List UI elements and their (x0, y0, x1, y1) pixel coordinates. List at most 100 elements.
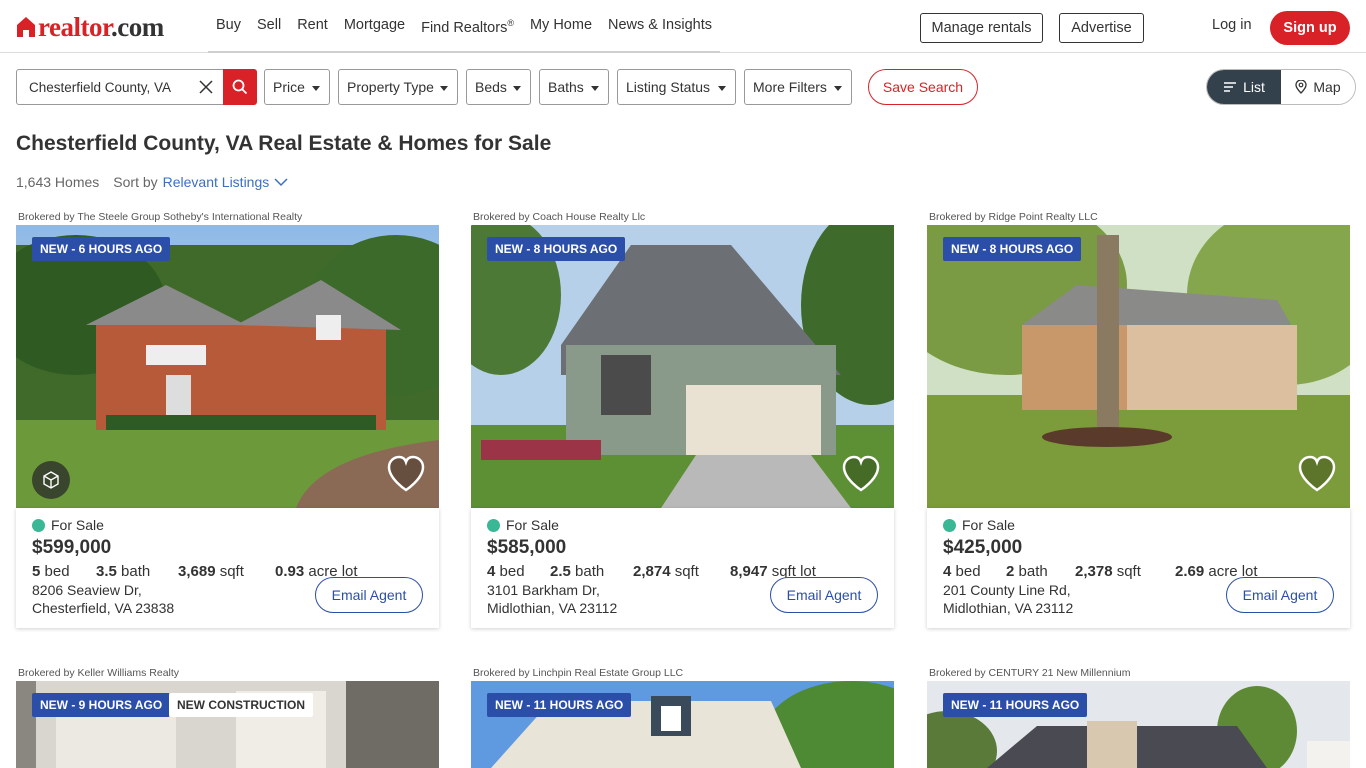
filter-baths-label: Baths (548, 79, 584, 95)
save-search-button[interactable]: Save Search (868, 69, 978, 105)
3d-tour-icon[interactable] (32, 461, 70, 499)
status-dot-icon (487, 518, 500, 532)
status-label: For Sale (51, 517, 104, 533)
status-label: For Sale (962, 517, 1015, 533)
listing-photo[interactable]: NEW - 9 HOURS AGO NEW CONSTRUCTION (16, 681, 439, 768)
favorite-heart-icon[interactable] (841, 455, 881, 493)
filter-price[interactable]: Price (264, 69, 330, 105)
filter-beds-label: Beds (475, 79, 507, 95)
address-line2: Midlothian, VA 23112 (943, 600, 1074, 616)
clear-icon[interactable] (197, 78, 215, 96)
listing-info: For Sale $585,000 4 bed 2.5 bath 2,874 s… (471, 508, 894, 628)
baths-label: bath (1018, 563, 1048, 580)
sqft-label: sqft (219, 563, 244, 580)
listing-photo[interactable]: NEW - 11 HOURS AGO (471, 681, 894, 768)
listing-info: For Sale $599,000 5 bed 3.5 bath 3,689 s… (16, 508, 439, 628)
brokered-by: Brokered by Coach House Realty Llc (473, 211, 646, 223)
caret-down-icon (718, 86, 726, 91)
listing-status: For Sale (32, 517, 104, 533)
filter-property-type[interactable]: Property Type (338, 69, 458, 105)
baths-label: bath (575, 563, 605, 580)
list-view-button[interactable]: List (1207, 70, 1281, 104)
email-agent-button[interactable]: Email Agent (315, 577, 423, 613)
view-toggle: List Map (1206, 69, 1356, 105)
nav-my-home[interactable]: My Home (522, 0, 600, 52)
nav-sell[interactable]: Sell (249, 0, 289, 52)
caret-down-icon (312, 86, 320, 91)
beds-label: bed (499, 563, 525, 580)
listing-address[interactable]: 201 County Line Rd, Midlothian, VA 23112 (943, 581, 1073, 617)
sqft-value: 3,689 (178, 563, 216, 580)
map-view-label: Map (1313, 79, 1341, 95)
sqft-label: sqft (674, 563, 699, 580)
status-dot-icon (943, 518, 956, 532)
filter-listing-status[interactable]: Listing Status (617, 69, 736, 105)
listing-badge: NEW - 8 HOURS AGO (487, 237, 626, 261)
filter-more[interactable]: More Filters (744, 69, 852, 105)
login-link[interactable]: Log in (1212, 17, 1252, 33)
nav-find-realtors[interactable]: Find Realtors® (413, 0, 522, 54)
email-agent-button[interactable]: Email Agent (770, 577, 878, 613)
listing-photo[interactable]: NEW - 8 HOURS AGO (471, 225, 894, 508)
address-line1: 201 County Line Rd, (943, 582, 1071, 598)
listing-address[interactable]: 8206 Seaview Dr, Chesterfield, VA 23838 (32, 581, 174, 617)
page-title: Chesterfield County, VA Real Estate & Ho… (16, 132, 552, 155)
listing-photo[interactable]: NEW - 8 HOURS AGO (927, 225, 1350, 508)
cube-icon (43, 471, 59, 489)
search-button[interactable] (223, 69, 257, 105)
chevron-down-icon[interactable] (274, 177, 288, 187)
filter-more-label: More Filters (753, 79, 827, 95)
baths-value: 2.5 (550, 563, 571, 580)
status-dot-icon (32, 518, 45, 532)
listing-status: For Sale (487, 517, 559, 533)
results-count: 1,643 Homes (16, 174, 100, 190)
beds-label: bed (955, 563, 981, 580)
map-view-button[interactable]: Map (1281, 70, 1355, 104)
nav-find-realtors-label: Find Realtors (421, 19, 508, 36)
listing-price: $599,000 (32, 537, 112, 558)
filter-beds[interactable]: Beds (466, 69, 531, 105)
baths-label: bath (121, 563, 151, 580)
brokered-by: Brokered by Ridge Point Realty LLC (929, 211, 1098, 223)
advertise-button[interactable]: Advertise (1059, 13, 1144, 43)
sqft-value: 2,378 (1075, 563, 1113, 580)
beds-value: 4 (943, 563, 952, 580)
listing-badge: NEW - 11 HOURS AGO (487, 693, 632, 717)
filter-baths[interactable]: Baths (539, 69, 609, 105)
listing-photo[interactable]: NEW - 11 HOURS AGO (927, 681, 1350, 768)
logo-dot: .com (110, 12, 164, 42)
brokered-by: Brokered by Linchpin Real Estate Group L… (473, 667, 684, 679)
listing-address[interactable]: 3101 Barkham Dr, Midlothian, VA 23112 (487, 581, 617, 617)
site-header: realtor.com Buy Sell Rent Mortgage Find … (0, 0, 1366, 53)
signup-button[interactable]: Sign up (1270, 11, 1350, 45)
registered-mark: ® (507, 17, 514, 28)
favorite-heart-icon[interactable] (386, 455, 426, 493)
listing-photo[interactable]: NEW - 6 HOURS AGO (16, 225, 439, 508)
filter-listing-status-label: Listing Status (626, 79, 711, 95)
listing-status: For Sale (943, 517, 1015, 533)
location-search-input[interactable] (18, 71, 198, 103)
brokered-by: Brokered by Keller Williams Realty (18, 667, 180, 679)
nav-news-insights[interactable]: News & Insights (600, 0, 720, 52)
status-label: For Sale (506, 517, 559, 533)
nav-rent[interactable]: Rent (289, 0, 336, 52)
caret-down-icon (591, 86, 599, 91)
beds-value: 5 (32, 563, 41, 580)
lot-value: 8,947 (730, 563, 768, 580)
email-agent-button[interactable]: Email Agent (1226, 577, 1334, 613)
favorite-heart-icon[interactable] (1297, 455, 1337, 493)
caret-down-icon (834, 86, 842, 91)
nav-buy[interactable]: Buy (208, 0, 249, 52)
beds-value: 4 (487, 563, 496, 580)
main-nav: Buy Sell Rent Mortgage Find Realtors® My… (208, 0, 720, 53)
manage-rentals-button[interactable]: Manage rentals (920, 13, 1043, 43)
sort-dropdown[interactable]: Relevant Listings (163, 174, 270, 190)
listing-price: $585,000 (487, 537, 567, 558)
caret-down-icon (513, 86, 521, 91)
sqft-value: 2,874 (633, 563, 671, 580)
sqft-label: sqft (1116, 563, 1141, 580)
filter-price-label: Price (273, 79, 305, 95)
logo-text: realtor (38, 12, 111, 42)
nav-mortgage[interactable]: Mortgage (336, 0, 413, 52)
realtor-logo[interactable]: realtor.com (16, 13, 164, 41)
